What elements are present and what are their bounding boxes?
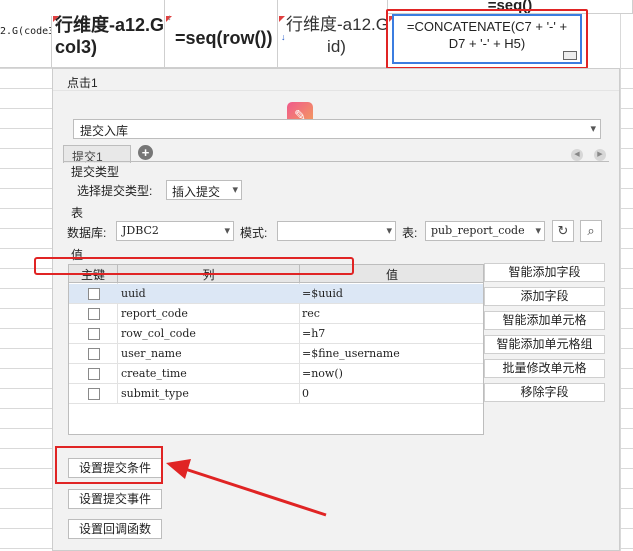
arrow-shaft	[184, 467, 327, 517]
arrow-head	[166, 459, 191, 479]
annotation-arrow	[166, 459, 327, 517]
